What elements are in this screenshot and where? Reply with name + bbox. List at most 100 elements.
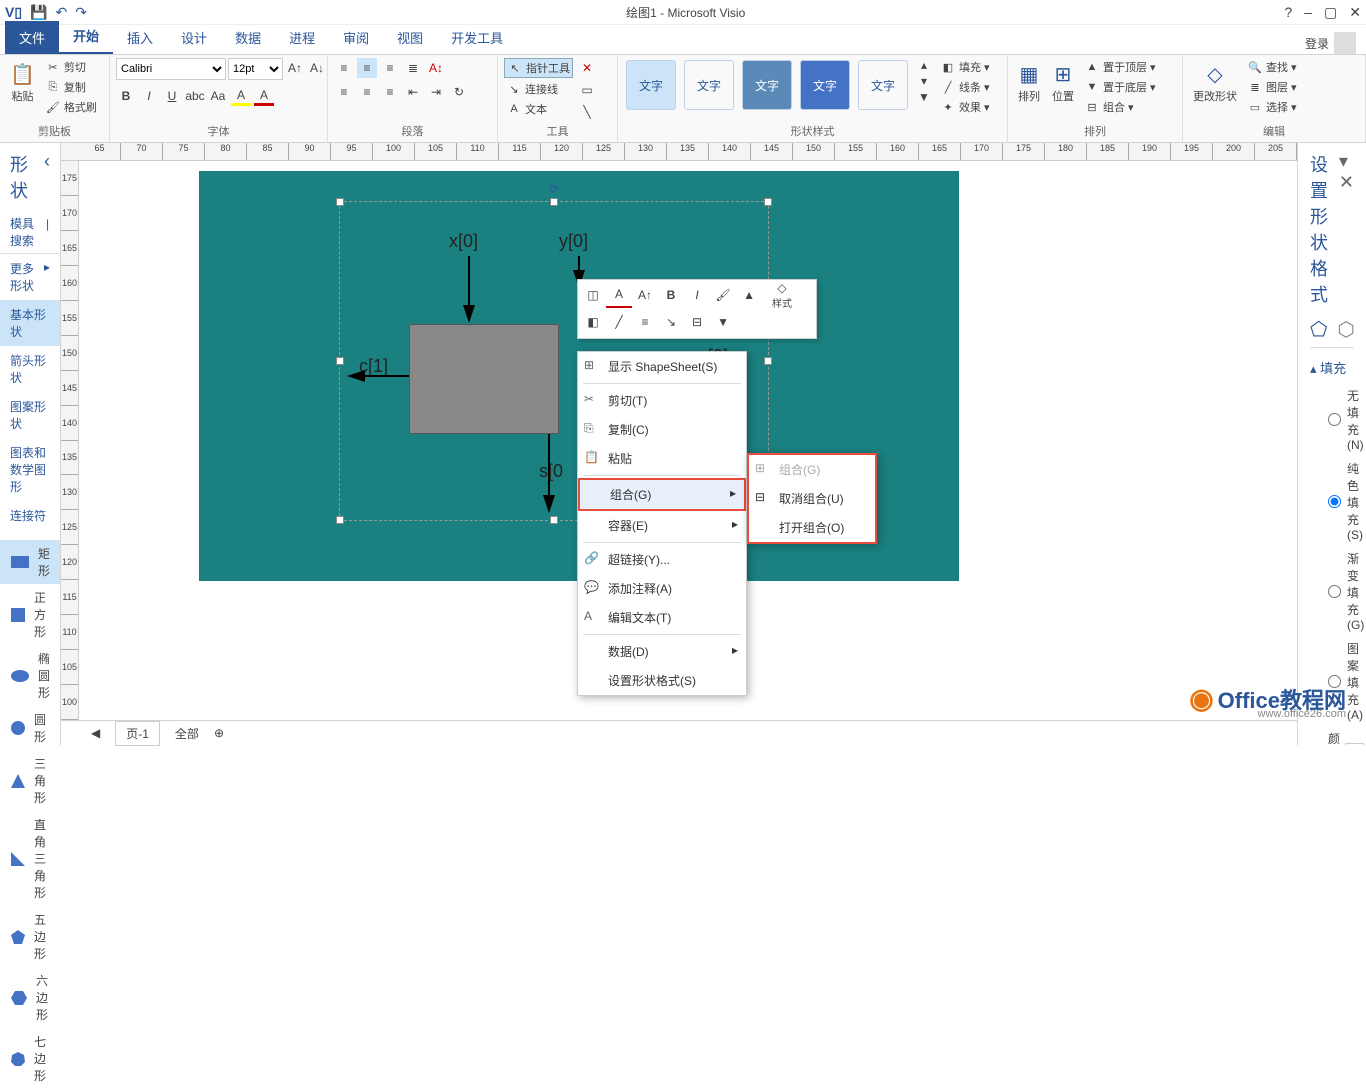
- x-tool-icon[interactable]: ✕: [577, 58, 597, 78]
- shapes-pane-subtabs[interactable]: 模具 | 搜索: [0, 211, 60, 254]
- ctx-7[interactable]: 💬添加注释(A): [578, 574, 746, 603]
- cat-chart-math[interactable]: 图表和数学图形: [0, 438, 60, 501]
- line-tool-icon[interactable]: ╲: [577, 102, 597, 122]
- ctx-10[interactable]: 设置形状格式(S): [578, 666, 746, 695]
- rotate-text-icon[interactable]: ↻: [449, 82, 469, 102]
- format-tab-fill-icon[interactable]: ⬠: [1310, 317, 1327, 342]
- fill-opt-gradient[interactable]: 渐变填充(G): [1310, 546, 1354, 636]
- shape-heptagon[interactable]: 七边形: [0, 1028, 60, 1089]
- bring-front-button[interactable]: ▲置于顶层▾: [1082, 58, 1158, 76]
- tab-home[interactable]: 开始: [59, 19, 113, 54]
- find-button[interactable]: 🔍查找▾: [1245, 58, 1299, 76]
- resize-handle[interactable]: [336, 357, 344, 365]
- fill-button[interactable]: ◧填充▾: [938, 58, 992, 76]
- shape-style-3[interactable]: 文字: [742, 60, 792, 110]
- pages-all[interactable]: 全部: [175, 725, 199, 742]
- page-tab-scroll-left-icon[interactable]: ◀: [91, 726, 100, 740]
- minimize-icon[interactable]: –: [1304, 4, 1312, 21]
- send-back-button[interactable]: ▼置于底层▾: [1082, 78, 1158, 96]
- fill-section-header[interactable]: ▴ 填充: [1310, 358, 1354, 377]
- arrange-button[interactable]: ▦排列: [1014, 58, 1044, 106]
- help-icon[interactable]: ?: [1284, 4, 1292, 21]
- submenu-2[interactable]: 打开组合(O): [749, 513, 875, 542]
- cat-basic-shapes[interactable]: 基本形状: [0, 300, 60, 346]
- paste-button[interactable]: 📋粘贴: [6, 58, 39, 106]
- resize-handle[interactable]: [764, 357, 772, 365]
- ctx-5[interactable]: 容器(E)▸: [578, 511, 746, 540]
- indent-inc-icon[interactable]: ⇥: [426, 82, 446, 102]
- mini-italic-icon[interactable]: I: [684, 282, 710, 308]
- shapes-pane-collapse-icon[interactable]: ‹: [44, 151, 50, 203]
- ctx-8[interactable]: A编辑文本(T): [578, 603, 746, 632]
- text-tool-button[interactable]: A文本: [504, 100, 573, 118]
- mini-fill-color-icon[interactable]: ◧: [580, 309, 606, 335]
- tab-insert[interactable]: 插入: [113, 21, 167, 54]
- avatar-icon[interactable]: [1334, 32, 1356, 54]
- align-bot-icon[interactable]: ≡: [380, 58, 400, 78]
- close-icon[interactable]: ✕: [1349, 4, 1361, 21]
- fill-opt-none[interactable]: 无填充(N): [1310, 383, 1354, 456]
- cat-arrow-shapes[interactable]: 箭头形状: [0, 346, 60, 392]
- format-painter-button[interactable]: 🖌格式刷: [43, 98, 99, 116]
- style-gallery-more-icon[interactable]: ▼: [914, 90, 934, 104]
- canvas[interactable]: ⟳ x[0] y[0] c[1] c[0] s[: [79, 161, 1297, 720]
- shape-style-2[interactable]: 文字: [684, 60, 734, 110]
- tab-process[interactable]: 进程: [275, 21, 329, 54]
- mini-group-icon[interactable]: ⊟: [684, 309, 710, 335]
- mini-connector-icon[interactable]: ↘: [658, 309, 684, 335]
- undo-icon[interactable]: ↶: [55, 4, 67, 21]
- align-mid-icon[interactable]: ≡: [357, 58, 377, 78]
- fill-opt-pattern[interactable]: 图案填充(A): [1310, 636, 1354, 726]
- shape-hexagon[interactable]: 六边形: [0, 967, 60, 1028]
- group-button[interactable]: ⊟组合▾: [1082, 98, 1158, 116]
- resize-handle[interactable]: [764, 198, 772, 206]
- mini-style-button[interactable]: ◇样式: [762, 282, 802, 308]
- rect-tool-icon[interactable]: ▭: [577, 80, 597, 100]
- tab-view[interactable]: 视图: [383, 21, 437, 54]
- connector-tool-button[interactable]: ↘连接线: [504, 80, 573, 98]
- fill-opt-solid[interactable]: 纯色填充(S): [1310, 456, 1354, 546]
- mini-style-icon[interactable]: ◫: [580, 282, 606, 308]
- align-right-icon[interactable]: ≡: [380, 82, 400, 102]
- underline-button[interactable]: U: [162, 86, 182, 106]
- shape-rectangle-gray[interactable]: [409, 324, 559, 434]
- shape-style-5[interactable]: 文字: [858, 60, 908, 110]
- format-pane-close-icon[interactable]: ▾ ✕: [1339, 151, 1354, 307]
- add-page-icon[interactable]: ⊕: [214, 726, 224, 740]
- style-gallery-down-icon[interactable]: ▾: [914, 74, 934, 88]
- strike-button[interactable]: abc: [185, 86, 205, 106]
- shape-circle[interactable]: 圆形: [0, 706, 60, 750]
- text-dir-icon[interactable]: A↕: [426, 58, 446, 78]
- mini-format-painter-icon[interactable]: 🖌: [710, 282, 736, 308]
- cat-pattern-shapes[interactable]: 图案形状: [0, 392, 60, 438]
- mini-bring-front-icon[interactable]: ▲: [736, 282, 762, 308]
- tab-review[interactable]: 审阅: [329, 21, 383, 54]
- resize-handle[interactable]: [550, 198, 558, 206]
- shape-ellipse[interactable]: 椭圆形: [0, 645, 60, 706]
- tab-data[interactable]: 数据: [221, 21, 275, 54]
- mini-align-icon[interactable]: ≡: [632, 309, 658, 335]
- select-button[interactable]: ▭选择▾: [1245, 98, 1299, 116]
- layers-button[interactable]: ≣图层▾: [1245, 78, 1299, 96]
- tab-design[interactable]: 设计: [167, 21, 221, 54]
- case-button[interactable]: Aa: [208, 86, 228, 106]
- maximize-icon[interactable]: ▢: [1324, 4, 1337, 21]
- align-top-icon[interactable]: ≡: [334, 58, 354, 78]
- ctx-3[interactable]: 📋粘贴: [578, 444, 746, 473]
- shape-right-triangle[interactable]: 直角三角形: [0, 811, 60, 906]
- font-size-select[interactable]: 12pt: [228, 58, 283, 80]
- indent-dec-icon[interactable]: ⇤: [403, 82, 423, 102]
- shape-square[interactable]: 正方形: [0, 584, 60, 645]
- resize-handle[interactable]: [336, 198, 344, 206]
- resize-handle[interactable]: [336, 516, 344, 524]
- cut-button[interactable]: ✂剪切: [43, 58, 99, 76]
- mini-grow-font-icon[interactable]: A↑: [632, 282, 658, 308]
- ctx-2[interactable]: ⎘复制(C): [578, 415, 746, 444]
- ctx-9[interactable]: 数据(D)▸: [578, 637, 746, 666]
- mini-font-color-icon[interactable]: A: [606, 282, 632, 308]
- shape-pentagon[interactable]: 五边形: [0, 906, 60, 967]
- bullets-icon[interactable]: ≣: [403, 58, 423, 78]
- grow-font-icon[interactable]: A↑: [285, 58, 305, 78]
- shape-style-1[interactable]: 文字: [626, 60, 676, 110]
- ctx-0[interactable]: ⊞显示 ShapeSheet(S): [578, 352, 746, 381]
